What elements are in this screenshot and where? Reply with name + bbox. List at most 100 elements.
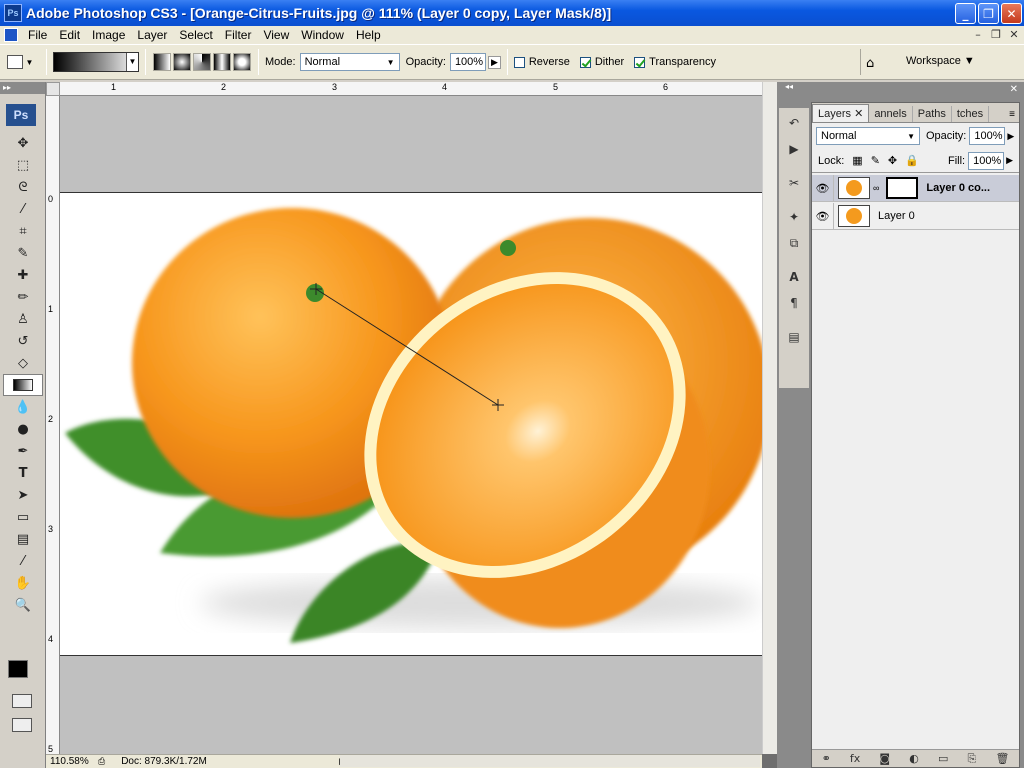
lock-all-icon[interactable]: 🔒 [905, 154, 919, 167]
layer-row-layer0[interactable]: 👁 Layer 0 [812, 202, 1019, 230]
toolbox-header[interactable]: ▸▸ [0, 82, 45, 94]
zoom-level[interactable]: 110.58% [46, 756, 90, 767]
history-brush-icon[interactable]: ↺ [3, 330, 43, 352]
layer-mask-thumbnail[interactable] [886, 177, 919, 199]
opacity-input[interactable]: 100% [449, 53, 486, 71]
photoshop-logo[interactable]: Ps [6, 104, 36, 126]
dodge-tool-icon[interactable]: ● [3, 418, 43, 440]
menu-filter[interactable]: Filter [219, 28, 258, 42]
menu-view[interactable]: View [257, 28, 295, 42]
tab-paths[interactable]: Paths [913, 106, 952, 122]
tool-preset-picker[interactable]: ▼ [0, 55, 40, 69]
delete-layer-icon[interactable]: 🗑 [995, 752, 1009, 765]
ruler-origin[interactable] [46, 82, 60, 96]
menu-select[interactable]: Select [173, 28, 218, 42]
new-layer-icon[interactable]: ⎘ [968, 752, 977, 766]
menu-help[interactable]: Help [350, 28, 387, 42]
lock-transparent-icon[interactable]: ▦ [852, 154, 862, 167]
panel-close-icon[interactable]: ✕ [811, 82, 1024, 102]
foreground-color-swatch[interactable] [8, 660, 28, 678]
panel-menu-icon[interactable]: ≡ [1005, 107, 1019, 122]
lock-position-icon[interactable]: ✥ [888, 154, 897, 167]
notes-tool-icon[interactable]: ▤ [3, 528, 43, 550]
menu-file[interactable]: File [22, 28, 53, 42]
pen-tool-icon[interactable]: ✒ [3, 440, 43, 462]
layer-comps-icon[interactable]: ▤ [781, 326, 807, 348]
brushes-panel-icon[interactable]: ✦ [781, 206, 807, 228]
tool-presets-icon[interactable]: ✂ [781, 172, 807, 194]
menu-window[interactable]: Window [295, 28, 350, 42]
quick-mask-icon[interactable] [12, 694, 32, 708]
screen-mode-icon[interactable] [12, 718, 32, 732]
tab-layers[interactable]: Layers ✕ [812, 104, 870, 122]
lasso-tool-icon[interactable]: ᘓ [3, 176, 43, 198]
app-icon[interactable]: Ps [4, 4, 22, 22]
healing-brush-icon[interactable]: ✚ [3, 264, 43, 286]
horizontal-scrollbar[interactable] [340, 755, 760, 767]
marquee-tool-icon[interactable]: ⬚ [3, 154, 43, 176]
hand-tool-icon[interactable]: ✋ [3, 572, 43, 594]
close-button[interactable]: ✕ [1001, 3, 1022, 24]
angle-gradient-button[interactable] [193, 53, 211, 71]
reverse-checkbox[interactable] [513, 56, 525, 68]
document-image[interactable] [60, 192, 762, 656]
bridge-icon[interactable]: ⌂ [866, 56, 874, 71]
tab-channels[interactable]: annels [869, 106, 913, 122]
eraser-tool-icon[interactable]: ◇ [3, 352, 43, 374]
clone-source-icon[interactable]: ⧉ [781, 232, 807, 254]
layer-style-icon[interactable]: fx [850, 752, 860, 765]
layer-opacity-input[interactable]: 100% [969, 127, 1006, 145]
lock-image-icon[interactable]: ✎ [871, 154, 880, 167]
adjustment-layer-icon[interactable]: ◐ [909, 752, 919, 765]
status-info-icon[interactable]: ⎙ [98, 756, 105, 767]
radial-gradient-button[interactable] [173, 53, 191, 71]
zoom-tool-icon[interactable]: 🔍 [3, 594, 43, 616]
reflected-gradient-button[interactable] [213, 53, 231, 71]
transparency-checkbox[interactable] [634, 56, 646, 68]
blur-tool-icon[interactable]: 💧 [3, 396, 43, 418]
dock-collapse-icon[interactable]: ◂◂ [777, 82, 811, 94]
character-panel-icon[interactable]: A [781, 266, 807, 288]
restore-button[interactable]: ❐ [978, 3, 999, 24]
move-tool-icon[interactable]: ✥ [3, 132, 43, 154]
eyedropper-icon[interactable]: ⁄ [3, 550, 43, 572]
layer-row-layer0copy[interactable]: 👁 ∞ Layer 0 co... [812, 174, 1019, 202]
link-layers-icon[interactable]: ⚭ [822, 752, 831, 765]
mask-link-icon[interactable]: ∞ [873, 183, 879, 193]
crop-tool-icon[interactable]: ⌗ [3, 220, 43, 242]
mode-select[interactable]: Normal ▼ [299, 53, 400, 71]
layer-name[interactable]: Layer 0 [878, 210, 915, 222]
visibility-eye-icon[interactable]: 👁 [812, 174, 834, 202]
visibility-eye-icon[interactable]: 👁 [812, 202, 834, 230]
workspace-button[interactable]: Workspace ▼ [906, 55, 975, 67]
gradient-picker[interactable]: ▼ [53, 52, 139, 72]
type-tool-icon[interactable]: T [3, 462, 43, 484]
doc-minimize-button[interactable]: – [970, 28, 986, 42]
menu-image[interactable]: Image [86, 28, 131, 42]
vertical-scrollbar[interactable] [762, 82, 777, 754]
linear-gradient-button[interactable] [153, 53, 171, 71]
opacity-slider-button[interactable]: ▶ [487, 55, 501, 69]
fill-slider[interactable]: ▶ [1006, 155, 1013, 166]
tab-swatches[interactable]: tches [952, 106, 990, 122]
diamond-gradient-button[interactable] [233, 53, 251, 71]
menu-edit[interactable]: Edit [53, 28, 86, 42]
paragraph-panel-icon[interactable]: ¶ [781, 292, 807, 314]
blend-mode-select[interactable]: Normal ▼ [816, 127, 920, 145]
menu-layer[interactable]: Layer [131, 28, 173, 42]
new-group-icon[interactable]: ▭ [938, 752, 948, 765]
layer-name[interactable]: Layer 0 co... [926, 182, 990, 194]
brush-tool-icon[interactable]: ✏ [3, 286, 43, 308]
document-icon[interactable] [4, 28, 18, 42]
slice-tool-icon[interactable]: ✎ [3, 242, 43, 264]
minimize-button[interactable]: _ [955, 3, 976, 24]
doc-restore-button[interactable]: ❐ [988, 28, 1004, 42]
doc-close-button[interactable]: ✕ [1006, 28, 1022, 42]
add-mask-icon[interactable]: ◙ [879, 752, 890, 765]
gradient-tool-icon[interactable] [3, 374, 43, 396]
dither-checkbox[interactable] [579, 56, 591, 68]
fill-input[interactable]: 100% [968, 151, 1005, 170]
clone-stamp-icon[interactable]: ♙ [3, 308, 43, 330]
magic-wand-icon[interactable]: ⁄ [3, 198, 43, 220]
layer-opacity-slider[interactable]: ▶ [1007, 131, 1014, 142]
